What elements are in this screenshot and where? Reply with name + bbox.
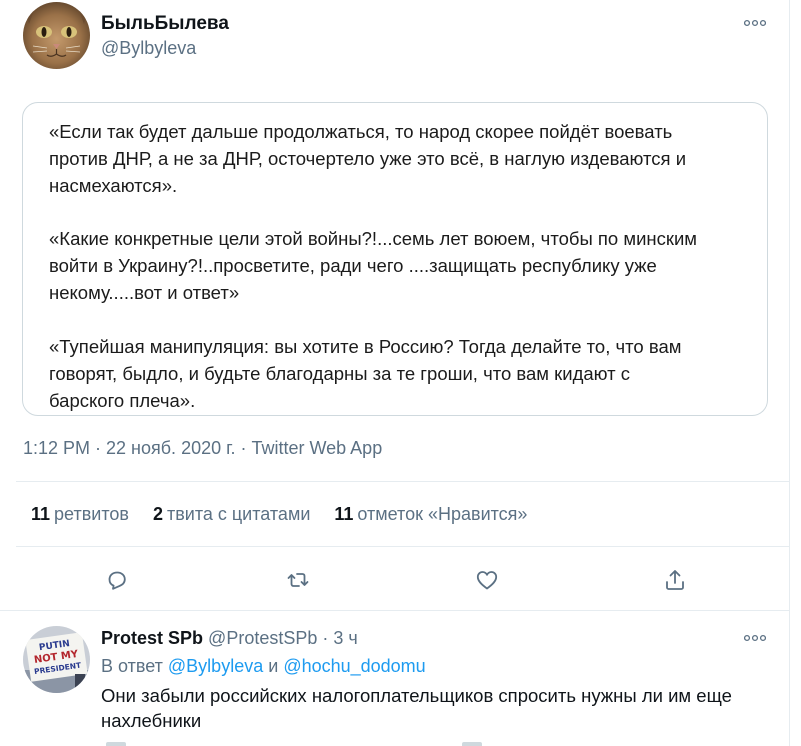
reply-to-conjunction: и <box>268 656 279 676</box>
reply-author-handle[interactable]: @ProtestSPb <box>208 628 317 648</box>
timeline-border <box>789 0 790 746</box>
divider <box>16 546 789 547</box>
quote-line: говорят, быдло, и будьте благодарны за т… <box>49 363 631 384</box>
retweets-count: 11 <box>31 504 51 524</box>
cat-face-avatar-icon <box>23 2 90 69</box>
protest-sign-avatar-icon: PUTIN NOT MY PRESIDENT <box>23 626 90 693</box>
reply-time[interactable]: 3 ч <box>333 628 357 648</box>
reply-icon <box>108 571 126 590</box>
reply-action-peek <box>462 742 482 746</box>
quotes-label: твита с цитатами <box>166 504 311 524</box>
reply-author-avatar[interactable]: PUTIN NOT MY PRESIDENT <box>23 626 90 693</box>
quote-paragraph: «Если так будет дальше продолжаться, то … <box>49 118 767 199</box>
reply-button[interactable] <box>103 566 131 594</box>
likes-stat[interactable]: 11 отметок «Нравится» <box>334 504 527 525</box>
more-options-button[interactable] <box>740 13 770 33</box>
quote-paragraph: «Тупейшая манипуляция: вы хотите в Росси… <box>49 333 767 414</box>
quote-line: насмехаются». <box>49 175 178 196</box>
share-button[interactable] <box>661 566 689 594</box>
attached-image-card[interactable]: «Если так будет дальше продолжаться, то … <box>22 102 768 416</box>
reply-text: Они забыли российских налогоплательщиков… <box>101 685 732 731</box>
divider <box>0 610 789 611</box>
quote-line: барского плеча». <box>49 390 196 411</box>
author-avatar[interactable] <box>23 2 90 69</box>
retweets-label: ретвитов <box>54 504 129 524</box>
likes-label: отметок «Нравится» <box>357 504 528 524</box>
quote-line: «Если так будет дальше продолжаться, то … <box>49 121 673 142</box>
reply-tweet[interactable]: PUTIN NOT MY PRESIDENT Protest SPb @Prot… <box>0 612 789 746</box>
tweet-timestamp[interactable]: 1:12 PM · 22 нояб. 2020 г. · Twitter Web… <box>23 438 382 459</box>
reply-to-prefix: В ответ <box>101 656 163 676</box>
likes-count: 11 <box>334 504 354 524</box>
retweet-icon <box>287 573 309 587</box>
divider <box>16 481 789 482</box>
quote-line: некому.....вот и ответ» <box>49 282 240 303</box>
more-horizontal-icon <box>744 634 766 642</box>
more-horizontal-icon <box>744 19 766 27</box>
quote-line: войти в Украину?!..просветите, ради чего… <box>49 255 657 276</box>
retweet-button[interactable] <box>284 566 312 594</box>
quote-line: против ДНР, а не за ДНР, осточертело уже… <box>49 148 687 169</box>
quote-paragraph: «Какие конкретные цели этой войны?!...се… <box>49 225 767 306</box>
author-name[interactable]: БыльБылева <box>101 13 229 35</box>
mention-link[interactable]: @Bylbyleva <box>168 656 263 676</box>
quote-line: «Какие конкретные цели этой войны?!...се… <box>49 228 698 249</box>
share-icon <box>666 570 684 590</box>
author-handle[interactable]: @Bylbyleva <box>101 38 196 59</box>
reply-header: Protest SPb @ProtestSPb · 3 ч <box>101 628 358 649</box>
retweets-stat[interactable]: 11 ретвитов <box>31 504 129 525</box>
like-icon <box>476 571 498 590</box>
reply-more-options-button[interactable] <box>740 628 770 648</box>
separator-dot: · <box>322 628 329 648</box>
reply-action-peek <box>106 742 126 746</box>
quotes-count: 2 <box>152 504 163 524</box>
mention-link[interactable]: @hochu_dodomu <box>283 656 425 676</box>
quote-line: «Тупейшая манипуляция: вы хотите в Росси… <box>49 336 682 357</box>
replying-to: В ответ @Bylbyleva и @hochu_dodomu <box>101 656 426 677</box>
reply-author-name[interactable]: Protest SPb <box>101 628 203 648</box>
engagement-stats: 11 ретвитов 2 твита с цитатами 11 отметок «… <box>31 504 551 525</box>
quotes-stat[interactable]: 2 твита с цитатами <box>153 504 310 525</box>
like-button[interactable] <box>473 566 501 594</box>
